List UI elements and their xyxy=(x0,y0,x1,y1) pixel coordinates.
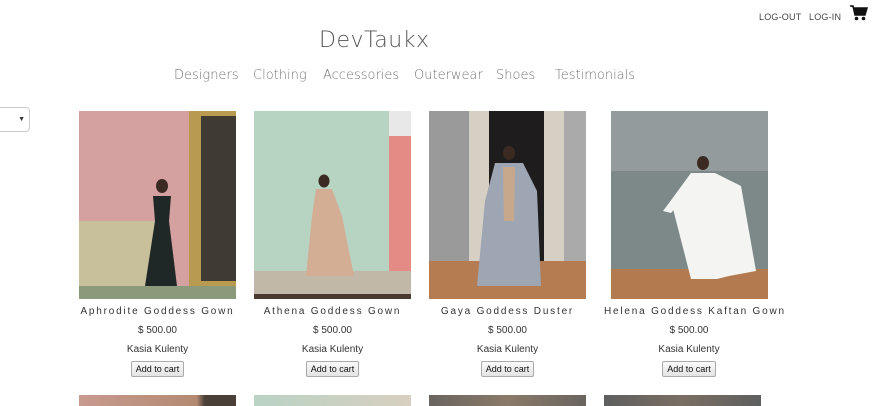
product-price: $ 500.00 xyxy=(488,325,527,336)
product-image[interactable] xyxy=(254,395,411,406)
product-designer: Kasia Kulenty xyxy=(126,344,189,355)
filter-select[interactable]: ▼ xyxy=(0,107,30,132)
nav-item-designers[interactable]: Designers xyxy=(174,68,239,83)
product-image[interactable] xyxy=(429,395,586,406)
nav-item-clothing[interactable]: Clothing xyxy=(253,68,307,83)
product-name[interactable]: Gaya Goddess Duster xyxy=(429,306,586,317)
shopping-cart-icon[interactable] xyxy=(850,5,868,21)
nav-item-shoes[interactable]: Shoes xyxy=(496,68,535,83)
add-to-cart-button[interactable]: Add to cart xyxy=(480,361,535,377)
product-name[interactable]: Aphrodite Goddess Gown xyxy=(79,306,236,317)
product-price: $ 500.00 xyxy=(138,325,177,336)
top-bar: LOG-OUT LOG-IN xyxy=(0,0,872,30)
caret-down-icon: ▼ xyxy=(18,116,25,123)
product-name[interactable]: Athena Goddess Gown xyxy=(254,306,411,317)
nav-item-accessories[interactable]: Accessories xyxy=(323,68,399,83)
product-image[interactable] xyxy=(604,395,761,406)
nav-item-testimonials[interactable]: Testimonials xyxy=(555,68,635,83)
product-designer: Kasia Kulenty xyxy=(476,344,539,355)
product-image[interactable] xyxy=(79,395,236,406)
product-image[interactable] xyxy=(429,111,586,299)
product-designer: Kasia Kulenty xyxy=(658,344,720,355)
nav-item-outerwear[interactable]: Outerwear xyxy=(414,68,483,83)
brand-title[interactable]: DevTaukx xyxy=(319,28,429,53)
add-to-cart-button[interactable]: Add to cart xyxy=(130,361,185,377)
product-name[interactable]: Helena Goddess Kaftan Gown xyxy=(604,306,784,317)
product-designer: Kasia Kulenty xyxy=(301,344,364,355)
product-price: $ 500.00 xyxy=(313,325,352,336)
add-to-cart-button[interactable]: Add to cart xyxy=(662,361,716,377)
product-image[interactable] xyxy=(611,111,768,299)
product-card: Helena Goddess Kaftan Gown $ 500.00 Kasi… xyxy=(604,111,784,377)
main-nav: Designers Clothing Accessories Outerwear… xyxy=(0,68,872,88)
product-image[interactable] xyxy=(254,111,411,299)
add-to-cart-button[interactable]: Add to cart xyxy=(305,361,360,377)
product-card: Athena Goddess Gown $ 500.00 Kasia Kulen… xyxy=(254,111,411,377)
product-card: Aphrodite Goddess Gown $ 500.00 Kasia Ku… xyxy=(79,111,236,377)
product-card: Gaya Goddess Duster $ 500.00 Kasia Kulen… xyxy=(429,111,586,377)
logout-link[interactable]: LOG-OUT xyxy=(759,12,801,22)
login-link[interactable]: LOG-IN xyxy=(809,12,841,22)
product-price: $ 500.00 xyxy=(669,325,709,336)
product-image[interactable] xyxy=(79,111,236,299)
